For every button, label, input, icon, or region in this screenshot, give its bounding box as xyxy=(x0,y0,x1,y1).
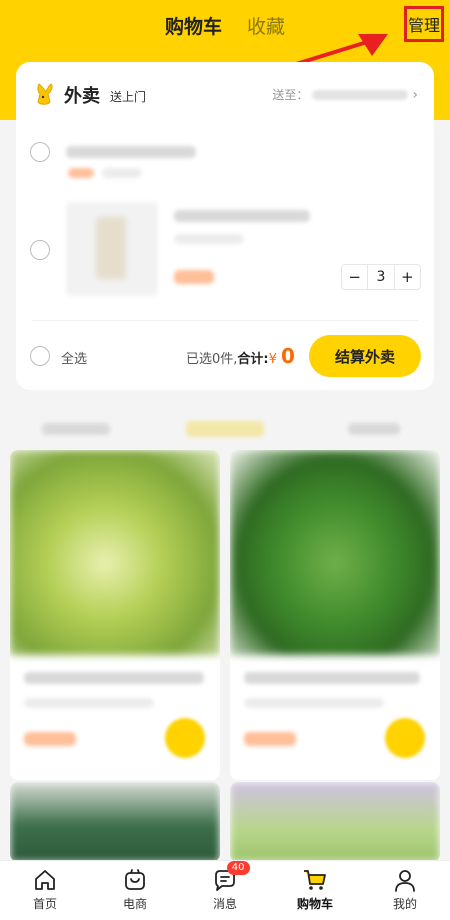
cart-icon xyxy=(304,870,326,890)
increase-button[interactable]: + xyxy=(395,265,420,289)
product-card[interactable] xyxy=(10,450,220,780)
chevron-right-icon: › xyxy=(412,86,418,103)
nav-label: 首页 xyxy=(32,897,57,911)
nav-profile[interactable]: 我的 xyxy=(360,861,450,920)
nav-messages[interactable]: 40 消息 xyxy=(180,861,270,920)
product-image-blurred xyxy=(96,217,126,279)
item-name-blurred xyxy=(174,210,310,222)
delivery-address[interactable]: 送至： › xyxy=(272,86,418,103)
decrease-button[interactable]: − xyxy=(342,265,367,289)
shop-icon xyxy=(125,869,145,890)
store-name: 外卖 xyxy=(64,86,100,107)
rabbit-logo-icon xyxy=(37,83,53,105)
manage-button[interactable]: 管理 xyxy=(404,6,444,42)
product-desc-blurred xyxy=(244,698,384,708)
product-image-blurred xyxy=(230,450,440,655)
product-card[interactable] xyxy=(10,782,220,862)
nav-shop[interactable]: 电商 xyxy=(90,861,180,920)
product-desc-blurred xyxy=(24,698,154,708)
nav-label: 我的 xyxy=(392,897,417,911)
total-amount: 0 xyxy=(281,344,295,368)
item-name-blurred xyxy=(66,146,196,158)
item-checkbox[interactable] xyxy=(30,240,50,260)
item-spec-blurred xyxy=(174,234,244,244)
rec-tab-blurred[interactable] xyxy=(42,423,110,435)
quantity-stepper[interactable]: − 3 + xyxy=(341,264,421,290)
product-title-blurred xyxy=(24,672,204,684)
nav-label: 消息 xyxy=(212,897,237,911)
item-price-blurred xyxy=(174,270,214,284)
store-subtitle: 送上门 xyxy=(110,90,147,104)
nav-home[interactable]: 首页 xyxy=(0,861,90,920)
selected-count: 已选0件, xyxy=(186,352,238,367)
product-title-blurred xyxy=(244,672,420,684)
rec-tab-blurred[interactable] xyxy=(348,423,400,435)
product-card[interactable] xyxy=(230,782,440,862)
item-checkbox[interactable] xyxy=(30,142,50,162)
divider xyxy=(32,320,418,321)
nav-cart[interactable]: 购物车 xyxy=(270,861,360,920)
product-image-blurred xyxy=(10,782,220,862)
select-all-label[interactable]: 全选 xyxy=(61,348,87,367)
address-blurred xyxy=(312,89,409,100)
cart-card: 外卖 送上门 送至： › − 3 + 全选 已选0件,合计:¥ 0 结算外卖 xyxy=(16,62,434,390)
rec-tab-active-blurred[interactable] xyxy=(186,421,264,437)
currency-symbol: ¥ xyxy=(268,352,277,367)
store-header: 外卖 送上门 送至： › xyxy=(34,80,418,110)
item-detail-blurred xyxy=(102,168,142,178)
nav-label: 电商 xyxy=(122,897,147,911)
order-summary: 已选0件,合计:¥ 0 xyxy=(186,344,295,368)
nav-label: 购物车 xyxy=(296,897,333,911)
home-icon xyxy=(35,870,55,890)
bottom-navigation: 首页 电商 40 消息 购物车 我的 xyxy=(0,860,450,920)
item-tag-blurred xyxy=(68,168,94,178)
unread-badge: 40 xyxy=(226,861,250,875)
add-to-cart-button[interactable] xyxy=(385,718,425,758)
total-label: 合计: xyxy=(237,352,269,367)
tab-cart[interactable]: 购物车 xyxy=(165,12,222,39)
deliver-to-label: 送至： xyxy=(272,88,309,102)
product-card[interactable] xyxy=(230,450,440,780)
select-all-checkbox[interactable] xyxy=(30,346,50,366)
product-price-blurred xyxy=(24,732,76,746)
checkout-button[interactable]: 结算外卖 xyxy=(309,335,421,377)
add-to-cart-button[interactable] xyxy=(165,718,205,758)
profile-icon xyxy=(395,870,415,892)
product-image-blurred xyxy=(230,782,440,862)
recommendation-tabs xyxy=(0,405,450,450)
product-image-blurred xyxy=(10,450,220,655)
quantity-value[interactable]: 3 xyxy=(367,265,395,289)
product-price-blurred xyxy=(244,732,296,746)
